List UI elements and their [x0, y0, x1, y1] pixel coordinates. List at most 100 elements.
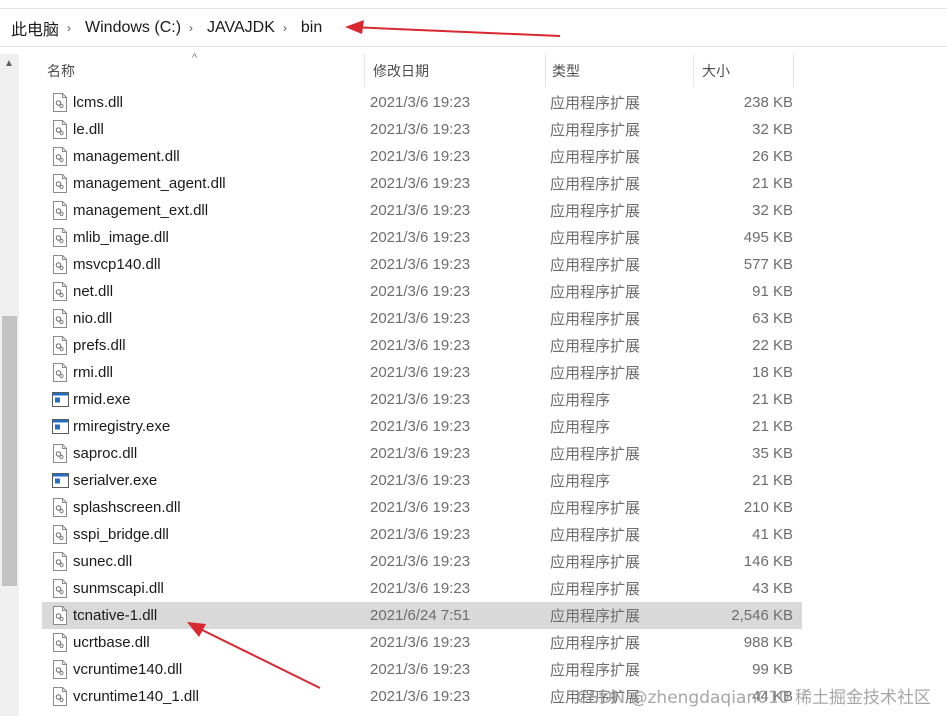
- file-type: 应用程序扩展: [550, 608, 641, 625]
- file-row[interactable]: vcruntime140.dll 2021/3/6 19:23 应用程序扩展 9…: [42, 656, 802, 683]
- file-row[interactable]: serialver.exe 2021/3/6 19:23 应用程序 21 KB: [42, 467, 802, 494]
- file-date: 2021/3/6 19:23: [370, 229, 471, 246]
- file-type: 应用程序: [550, 392, 611, 409]
- vertical-scrollbar[interactable]: ▲: [0, 54, 19, 716]
- file-row[interactable]: tcnative-1.dll 2021/6/24 7:51 应用程序扩展 2,5…: [42, 602, 802, 629]
- file-size: 238 KB: [743, 94, 793, 111]
- file-size: 2,546 KB: [731, 607, 793, 624]
- file-type: 应用程序扩展: [550, 149, 641, 166]
- file-name: msvcp140.dll: [73, 256, 161, 273]
- file-row[interactable]: rmid.exe 2021/3/6 19:23 应用程序 21 KB: [42, 386, 802, 413]
- file-type: 应用程序扩展: [550, 338, 641, 355]
- file-size: 91 KB: [752, 283, 793, 300]
- breadcrumb-bin[interactable]: bin: [290, 19, 327, 37]
- file-name: net.dll: [73, 283, 114, 300]
- file-size: 21 KB: [752, 472, 793, 489]
- dll-file-icon: [48, 251, 72, 278]
- file-row[interactable]: sunmscapi.dll 2021/3/6 19:23 应用程序扩展 43 K…: [42, 575, 802, 602]
- file-row[interactable]: net.dll 2021/3/6 19:23 应用程序扩展 91 KB: [42, 278, 802, 305]
- file-type: 应用程序扩展: [550, 203, 641, 220]
- file-name: serialver.exe: [73, 472, 158, 489]
- dll-file-icon: [48, 521, 72, 548]
- file-date: 2021/3/6 19:23: [370, 526, 471, 543]
- dll-file-icon: [48, 359, 72, 386]
- file-type: 应用程序扩展: [550, 95, 641, 112]
- file-row[interactable]: rmiregistry.exe 2021/3/6 19:23 应用程序 21 K…: [42, 413, 802, 440]
- breadcrumb[interactable]: 此电脑 › Windows (C:) › JAVAJDK › bin: [0, 9, 947, 47]
- file-name: saproc.dll: [73, 445, 138, 462]
- breadcrumb-javajdk[interactable]: JAVAJDK: [196, 19, 280, 37]
- chevron-right-icon[interactable]: ›: [280, 21, 290, 35]
- file-type: 应用程序扩展: [550, 311, 641, 328]
- file-date: 2021/3/6 19:23: [370, 472, 471, 489]
- file-date: 2021/6/24 7:51: [370, 607, 471, 624]
- file-size: 577 KB: [743, 256, 793, 273]
- file-size: 21 KB: [752, 391, 793, 408]
- file-name: lcms.dll: [73, 94, 124, 111]
- file-size: 18 KB: [752, 364, 793, 381]
- chevron-right-icon[interactable]: ›: [64, 21, 74, 35]
- file-date: 2021/3/6 19:23: [370, 202, 471, 219]
- column-header-size[interactable]: 大小: [694, 54, 794, 87]
- file-row[interactable]: sunec.dll 2021/3/6 19:23 应用程序扩展 146 KB: [42, 548, 802, 575]
- breadcrumb-drive-c[interactable]: Windows (C:): [74, 19, 186, 37]
- dll-file-icon: [48, 575, 72, 602]
- file-date: 2021/3/6 19:23: [370, 94, 471, 111]
- file-row[interactable]: mlib_image.dll 2021/3/6 19:23 应用程序扩展 495…: [42, 224, 802, 251]
- file-row[interactable]: management.dll 2021/3/6 19:23 应用程序扩展 26 …: [42, 143, 802, 170]
- file-name: sspi_bridge.dll: [73, 526, 169, 543]
- file-row[interactable]: management_agent.dll 2021/3/6 19:23 应用程序…: [42, 170, 802, 197]
- file-size: 22 KB: [752, 337, 793, 354]
- file-explorer-window: 此电脑 › Windows (C:) › JAVAJDK › bin ▲ ^ 名…: [0, 0, 947, 716]
- scroll-up-arrow-icon[interactable]: ▲: [4, 58, 14, 69]
- file-type: 应用程序: [550, 419, 611, 436]
- file-row[interactable]: msvcp140.dll 2021/3/6 19:23 应用程序扩展 577 K…: [42, 251, 802, 278]
- dll-file-icon: [48, 602, 72, 629]
- file-row[interactable]: saproc.dll 2021/3/6 19:23 应用程序扩展 35 KB: [42, 440, 802, 467]
- file-date: 2021/3/6 19:23: [370, 499, 471, 516]
- file-row[interactable]: nio.dll 2021/3/6 19:23 应用程序扩展 63 KB: [42, 305, 802, 332]
- file-row[interactable]: ucrtbase.dll 2021/3/6 19:23 应用程序扩展 988 K…: [42, 629, 802, 656]
- scrollbar-thumb[interactable]: [2, 316, 17, 586]
- file-name: le.dll: [73, 121, 104, 138]
- file-date: 2021/3/6 19:23: [370, 175, 471, 192]
- file-type: 应用程序扩展: [550, 662, 641, 679]
- sort-ascending-icon: ^: [192, 52, 198, 64]
- dll-file-icon: [48, 332, 72, 359]
- file-row[interactable]: le.dll 2021/3/6 19:23 应用程序扩展 32 KB: [42, 116, 802, 143]
- file-list: lcms.dll 2021/3/6 19:23 应用程序扩展 238 KB le…: [42, 89, 802, 710]
- file-type: 应用程序扩展: [550, 500, 641, 517]
- column-header-date[interactable]: 修改日期: [365, 54, 546, 87]
- file-row[interactable]: prefs.dll 2021/3/6 19:23 应用程序扩展 22 KB: [42, 332, 802, 359]
- file-size: 21 KB: [752, 175, 793, 192]
- file-size: 21 KB: [752, 418, 793, 435]
- file-row[interactable]: management_ext.dll 2021/3/6 19:23 应用程序扩展…: [42, 197, 802, 224]
- file-date: 2021/3/6 19:23: [370, 445, 471, 462]
- file-name: management.dll: [73, 148, 180, 165]
- exe-file-icon: [48, 467, 72, 494]
- file-date: 2021/3/6 19:23: [370, 661, 471, 678]
- file-row[interactable]: lcms.dll 2021/3/6 19:23 应用程序扩展 238 KB: [42, 89, 802, 116]
- file-size: 32 KB: [752, 202, 793, 219]
- column-header-date-label: 修改日期: [373, 62, 429, 79]
- dll-file-icon: [48, 170, 72, 197]
- file-size: 35 KB: [752, 445, 793, 462]
- file-row[interactable]: splashscreen.dll 2021/3/6 19:23 应用程序扩展 2…: [42, 494, 802, 521]
- file-row[interactable]: sspi_bridge.dll 2021/3/6 19:23 应用程序扩展 41…: [42, 521, 802, 548]
- file-row[interactable]: rmi.dll 2021/3/6 19:23 应用程序扩展 18 KB: [42, 359, 802, 386]
- chevron-right-icon[interactable]: ›: [186, 21, 196, 35]
- breadcrumb-this-pc[interactable]: 此电脑: [0, 16, 64, 40]
- file-name: ucrtbase.dll: [73, 634, 150, 651]
- column-header-name[interactable]: ^ 名称: [20, 52, 365, 87]
- file-date: 2021/3/6 19:23: [370, 364, 471, 381]
- file-date: 2021/3/6 19:23: [370, 283, 471, 300]
- file-type: 应用程序扩展: [550, 122, 641, 139]
- file-date: 2021/3/6 19:23: [370, 337, 471, 354]
- file-size: 41 KB: [752, 526, 793, 543]
- exe-file-icon: [48, 413, 72, 440]
- file-type: 应用程序扩展: [550, 176, 641, 193]
- file-date: 2021/3/6 19:23: [370, 148, 471, 165]
- column-header-type[interactable]: 类型: [546, 54, 694, 87]
- column-header-row: ^ 名称 修改日期 类型 大小: [20, 52, 820, 87]
- file-name: sunmscapi.dll: [73, 580, 164, 597]
